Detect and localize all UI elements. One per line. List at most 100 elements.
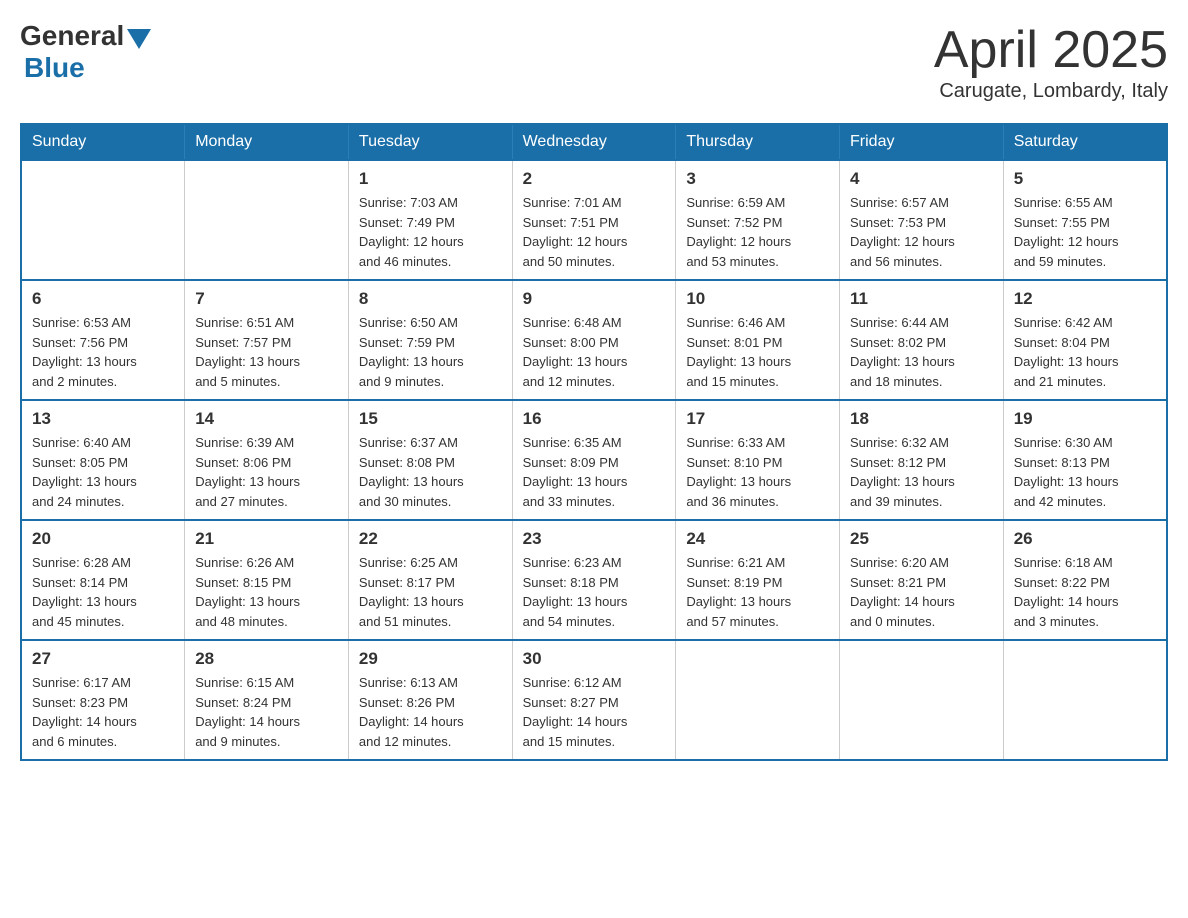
day-number: 29: [359, 649, 502, 669]
calendar-cell: 14Sunrise: 6:39 AM Sunset: 8:06 PM Dayli…: [185, 400, 349, 520]
calendar-cell: 4 Sunrise: 6:57 AM Sunset: 7:53 PM Daylig…: [840, 160, 1004, 280]
weekday-header-row: SundayMondayTuesdayWednesdayThursdayFrid…: [21, 124, 1167, 160]
calendar-cell: 3 Sunrise: 6:59 AM Sunset: 7:52 PM Daylig…: [676, 160, 840, 280]
day-number: 11: [850, 289, 993, 309]
day-info: Sunrise: 6:48 AM Sunset: 8:00 PM Dayligh…: [523, 313, 666, 391]
calendar-table: SundayMondayTuesdayWednesdayThursdayFrid…: [20, 123, 1168, 761]
day-number: 26: [1014, 529, 1156, 549]
day-info: Sunrise: 6:55 AM Sunset: 7:55 PM Dayligh…: [1014, 193, 1156, 271]
day-info: Sunrise: 6:37 AM Sunset: 8:08 PM Dayligh…: [359, 433, 502, 511]
calendar-week-row: 13 Sunrise: 6:40 AM Sunset: 8:05 PM Dayli…: [21, 400, 1167, 520]
calendar-cell: 30 Sunrise: 6:12 AM Sunset: 8:27 PM Dayli…: [512, 640, 676, 760]
calendar-cell: 24 Sunrise: 6:21 AM Sunset: 8:19 PM Dayli…: [676, 520, 840, 640]
calendar-cell: 27 Sunrise: 6:17 AM Sunset: 8:23 PM Dayli…: [21, 640, 185, 760]
calendar-cell: 17Sunrise: 6:33 AM Sunset: 8:10 PM Dayli…: [676, 400, 840, 520]
day-info: Sunrise: 6:30 AM Sunset: 8:13 PM Dayligh…: [1014, 433, 1156, 511]
day-number: 28: [195, 649, 338, 669]
logo-blue-text: Blue: [24, 52, 85, 84]
calendar-cell: 15 Sunrise: 6:37 AM Sunset: 8:08 PM Dayli…: [348, 400, 512, 520]
day-number: 2: [523, 169, 666, 189]
day-number: 14: [195, 409, 338, 429]
weekday-header-tuesday: Tuesday: [348, 124, 512, 160]
day-info: Sunrise: 6:42 AM Sunset: 8:04 PM Dayligh…: [1014, 313, 1156, 391]
day-number: 24: [686, 529, 829, 549]
day-info: Sunrise: 6:23 AM Sunset: 8:18 PM Dayligh…: [523, 553, 666, 631]
calendar-cell: 25 Sunrise: 6:20 AM Sunset: 8:21 PM Dayli…: [840, 520, 1004, 640]
calendar-cell: 2Sunrise: 7:01 AM Sunset: 7:51 PM Daylig…: [512, 160, 676, 280]
day-info: Sunrise: 6:35 AM Sunset: 8:09 PM Dayligh…: [523, 433, 666, 511]
day-number: 23: [523, 529, 666, 549]
weekday-header-thursday: Thursday: [676, 124, 840, 160]
calendar-cell: 23 Sunrise: 6:23 AM Sunset: 8:18 PM Dayli…: [512, 520, 676, 640]
day-number: 19: [1014, 409, 1156, 429]
calendar-cell: 13 Sunrise: 6:40 AM Sunset: 8:05 PM Dayli…: [21, 400, 185, 520]
day-number: 4: [850, 169, 993, 189]
calendar-cell: [1003, 640, 1167, 760]
day-info: Sunrise: 6:32 AM Sunset: 8:12 PM Dayligh…: [850, 433, 993, 511]
weekday-header-saturday: Saturday: [1003, 124, 1167, 160]
title-section: April 2025 Carugate, Lombardy, Italy: [934, 20, 1168, 103]
day-info: Sunrise: 6:33 AM Sunset: 8:10 PM Dayligh…: [686, 433, 829, 511]
day-info: Sunrise: 6:59 AM Sunset: 7:52 PM Dayligh…: [686, 193, 829, 271]
day-info: Sunrise: 6:51 AM Sunset: 7:57 PM Dayligh…: [195, 313, 338, 391]
day-number: 16: [523, 409, 666, 429]
calendar-cell: [840, 640, 1004, 760]
day-number: 1: [359, 169, 502, 189]
calendar-cell: [185, 160, 349, 280]
calendar-cell: 7Sunrise: 6:51 AM Sunset: 7:57 PM Daylig…: [185, 280, 349, 400]
calendar-cell: 18 Sunrise: 6:32 AM Sunset: 8:12 PM Dayli…: [840, 400, 1004, 520]
day-number: 9: [523, 289, 666, 309]
day-info: Sunrise: 6:44 AM Sunset: 8:02 PM Dayligh…: [850, 313, 993, 391]
weekday-header-friday: Friday: [840, 124, 1004, 160]
day-number: 6: [32, 289, 174, 309]
day-info: Sunrise: 6:26 AM Sunset: 8:15 PM Dayligh…: [195, 553, 338, 631]
calendar-cell: 11 Sunrise: 6:44 AM Sunset: 8:02 PM Dayli…: [840, 280, 1004, 400]
calendar-cell: [676, 640, 840, 760]
day-info: Sunrise: 6:12 AM Sunset: 8:27 PM Dayligh…: [523, 673, 666, 751]
day-info: Sunrise: 6:53 AM Sunset: 7:56 PM Dayligh…: [32, 313, 174, 391]
day-number: 8: [359, 289, 502, 309]
calendar-cell: 29 Sunrise: 6:13 AM Sunset: 8:26 PM Dayli…: [348, 640, 512, 760]
weekday-header-wednesday: Wednesday: [512, 124, 676, 160]
calendar-cell: 26 Sunrise: 6:18 AM Sunset: 8:22 PM Dayli…: [1003, 520, 1167, 640]
day-info: Sunrise: 6:40 AM Sunset: 8:05 PM Dayligh…: [32, 433, 174, 511]
calendar-cell: [21, 160, 185, 280]
day-number: 13: [32, 409, 174, 429]
calendar-week-row: 1Sunrise: 7:03 AM Sunset: 7:49 PM Daylig…: [21, 160, 1167, 280]
calendar-cell: 20Sunrise: 6:28 AM Sunset: 8:14 PM Dayli…: [21, 520, 185, 640]
weekday-header-sunday: Sunday: [21, 124, 185, 160]
page-header: General Blue April 2025 Carugate, Lombar…: [20, 20, 1168, 103]
day-info: Sunrise: 6:46 AM Sunset: 8:01 PM Dayligh…: [686, 313, 829, 391]
day-number: 22: [359, 529, 502, 549]
day-info: Sunrise: 6:57 AM Sunset: 7:53 PM Dayligh…: [850, 193, 993, 271]
calendar-week-row: 6 Sunrise: 6:53 AM Sunset: 7:56 PM Daylig…: [21, 280, 1167, 400]
day-number: 3: [686, 169, 829, 189]
weekday-header-monday: Monday: [185, 124, 349, 160]
logo-general-text: General: [20, 20, 124, 52]
day-number: 20: [32, 529, 174, 549]
calendar-cell: 6 Sunrise: 6:53 AM Sunset: 7:56 PM Daylig…: [21, 280, 185, 400]
day-number: 25: [850, 529, 993, 549]
day-number: 27: [32, 649, 174, 669]
day-info: Sunrise: 6:13 AM Sunset: 8:26 PM Dayligh…: [359, 673, 502, 751]
calendar-cell: 22 Sunrise: 6:25 AM Sunset: 8:17 PM Dayli…: [348, 520, 512, 640]
calendar-cell: 8Sunrise: 6:50 AM Sunset: 7:59 PM Daylig…: [348, 280, 512, 400]
day-number: 12: [1014, 289, 1156, 309]
location-subtitle: Carugate, Lombardy, Italy: [934, 80, 1168, 103]
day-number: 18: [850, 409, 993, 429]
day-number: 15: [359, 409, 502, 429]
calendar-cell: 19 Sunrise: 6:30 AM Sunset: 8:13 PM Dayli…: [1003, 400, 1167, 520]
day-info: Sunrise: 6:20 AM Sunset: 8:21 PM Dayligh…: [850, 553, 993, 631]
day-info: Sunrise: 6:25 AM Sunset: 8:17 PM Dayligh…: [359, 553, 502, 631]
day-info: Sunrise: 6:15 AM Sunset: 8:24 PM Dayligh…: [195, 673, 338, 751]
day-number: 10: [686, 289, 829, 309]
calendar-week-row: 20Sunrise: 6:28 AM Sunset: 8:14 PM Dayli…: [21, 520, 1167, 640]
day-info: Sunrise: 6:21 AM Sunset: 8:19 PM Dayligh…: [686, 553, 829, 631]
day-number: 30: [523, 649, 666, 669]
calendar-cell: 5Sunrise: 6:55 AM Sunset: 7:55 PM Daylig…: [1003, 160, 1167, 280]
day-info: Sunrise: 6:17 AM Sunset: 8:23 PM Dayligh…: [32, 673, 174, 751]
day-info: Sunrise: 6:18 AM Sunset: 8:22 PM Dayligh…: [1014, 553, 1156, 631]
calendar-cell: 12 Sunrise: 6:42 AM Sunset: 8:04 PM Dayli…: [1003, 280, 1167, 400]
calendar-cell: 9 Sunrise: 6:48 AM Sunset: 8:00 PM Daylig…: [512, 280, 676, 400]
logo-triangle-icon: [127, 29, 151, 49]
